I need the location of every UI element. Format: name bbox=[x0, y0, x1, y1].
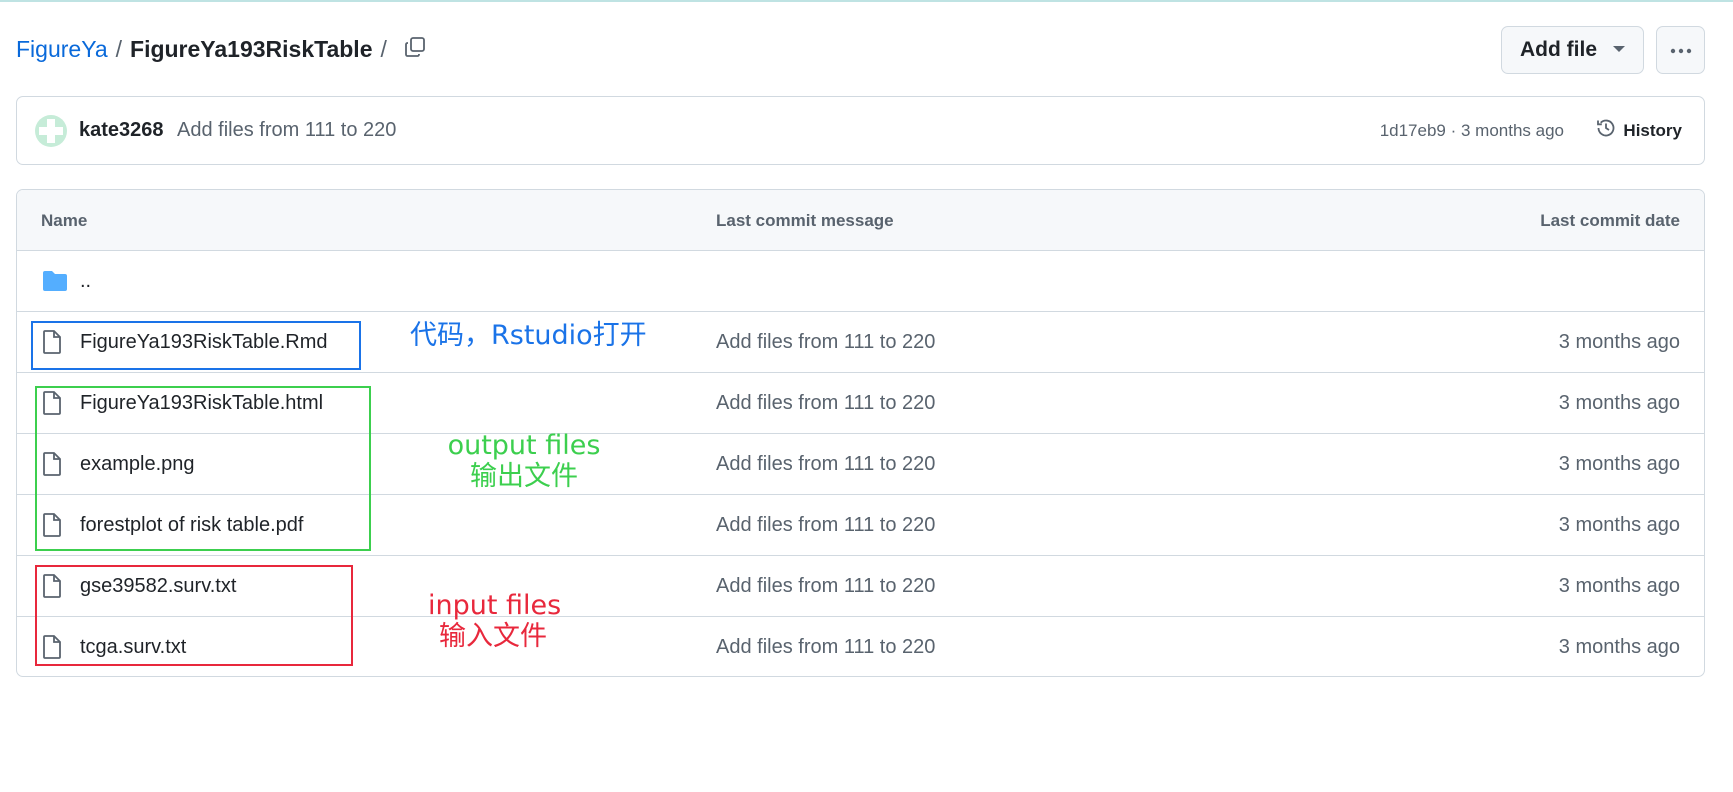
breadcrumb-separator: / bbox=[115, 36, 123, 62]
annotation-box-input bbox=[35, 565, 353, 666]
file-commit-date: 3 months ago bbox=[1558, 392, 1680, 414]
copy-icon bbox=[403, 35, 427, 64]
file-commit-date: 3 months ago bbox=[1558, 636, 1680, 658]
commit-author[interactable]: kate3268 bbox=[79, 119, 164, 142]
breadcrumb-separator: / bbox=[380, 36, 387, 62]
annotation-input-en: input files bbox=[428, 590, 562, 621]
kebab-horizontal-icon bbox=[1670, 41, 1692, 59]
annotation-output-zh: 输出文件 bbox=[470, 461, 578, 493]
latest-commit-bar: kate3268 Add files from 111 to 220 1d17e… bbox=[16, 96, 1705, 165]
file-commit-date: 3 months ago bbox=[1558, 331, 1680, 353]
annotation-output-en: output files bbox=[447, 430, 601, 461]
annotation-input-zh: 输入文件 bbox=[439, 621, 547, 653]
annotation-label-code: 代码，Rstudio打开 bbox=[410, 320, 647, 351]
breadcrumb-current-folder: FigureYa193RiskTable bbox=[130, 36, 373, 62]
file-commit-message[interactable]: Add files from 111 to 220 bbox=[716, 331, 935, 354]
file-commit-date: 3 months ago bbox=[1558, 453, 1680, 475]
commit-message[interactable]: Add files from 111 to 220 bbox=[177, 119, 396, 142]
annotation-box-output bbox=[35, 386, 371, 551]
commit-hash-and-time[interactable]: 1d17eb9 · 3 months ago bbox=[1380, 121, 1564, 141]
parent-directory-link[interactable]: .. bbox=[80, 270, 91, 293]
file-commit-message[interactable]: Add files from 111 to 220 bbox=[716, 575, 935, 598]
folder-icon bbox=[41, 268, 69, 299]
repo-header: FigureYa / FigureYa193RiskTable / Add fi… bbox=[16, 26, 1705, 74]
parent-directory-row[interactable]: .. bbox=[17, 251, 1704, 312]
column-header-name: Name bbox=[41, 211, 88, 230]
file-commit-date: 3 months ago bbox=[1558, 514, 1680, 536]
column-header-message: Last commit message bbox=[716, 211, 894, 230]
avatar[interactable] bbox=[35, 115, 67, 147]
table-header: Name Last commit message Last commit dat… bbox=[17, 190, 1704, 251]
breadcrumb-repo-link[interactable]: FigureYa bbox=[16, 36, 108, 63]
annotation-label-input: input files 输入文件 bbox=[428, 590, 562, 653]
chevron-down-icon bbox=[1613, 46, 1625, 52]
top-accent-line bbox=[0, 0, 1733, 2]
copy-path-button[interactable] bbox=[398, 32, 432, 66]
breadcrumb: FigureYa / FigureYa193RiskTable / bbox=[16, 36, 395, 63]
add-file-label: Add file bbox=[1520, 38, 1597, 61]
more-options-button[interactable] bbox=[1656, 26, 1705, 74]
file-commit-message[interactable]: Add files from 111 to 220 bbox=[716, 514, 935, 537]
annotation-box-code bbox=[31, 321, 361, 370]
history-button[interactable]: History bbox=[1595, 117, 1682, 144]
history-label: History bbox=[1623, 120, 1682, 140]
avatar-pattern bbox=[39, 127, 63, 135]
annotation-label-output: output files 输出文件 bbox=[446, 430, 602, 492]
add-file-button[interactable]: Add file bbox=[1501, 26, 1644, 74]
file-commit-date: 3 months ago bbox=[1558, 575, 1680, 597]
file-commit-message[interactable]: Add files from 111 to 220 bbox=[716, 453, 935, 476]
history-icon bbox=[1595, 117, 1623, 144]
file-commit-message[interactable]: Add files from 111 to 220 bbox=[716, 392, 935, 415]
column-header-date: Last commit date bbox=[1540, 211, 1680, 230]
file-commit-message[interactable]: Add files from 111 to 220 bbox=[716, 636, 935, 659]
